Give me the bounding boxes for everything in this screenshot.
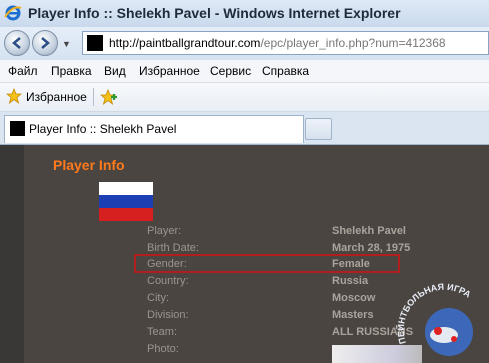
menu-file[interactable]: Файл — [8, 64, 38, 78]
back-button[interactable] — [4, 30, 30, 56]
page-content: Player Info Player: Shelekh Pavel Birth … — [0, 145, 489, 363]
paintball-logo-watermark: ПЕЙНТБОЛЬНАЯ ИГРА — [395, 282, 473, 356]
country-value: Russia — [332, 275, 369, 287]
favorites-bar: Избранное — [0, 83, 489, 112]
new-tab-button[interactable] — [305, 118, 332, 140]
url-text[interactable]: http://paintballgrandtour.com/epc/player… — [109, 36, 446, 50]
gender-label: Gender: — [147, 258, 187, 270]
page-title: Player Info — [53, 157, 125, 173]
menu-favorites[interactable]: Избранное — [139, 64, 200, 78]
division-label: Division: — [147, 309, 189, 321]
city-value: Moscow — [332, 292, 376, 304]
add-favorite-icon[interactable] — [100, 88, 118, 106]
menu-tools[interactable]: Сервис — [210, 64, 251, 78]
menu-edit[interactable]: Правка — [51, 64, 92, 78]
url-path: /epc/player_info.php?num=412368 — [260, 36, 446, 50]
tab-favicon — [10, 121, 25, 136]
city-label: City: — [147, 292, 169, 304]
history-dropdown-icon[interactable]: ▼ — [62, 39, 71, 49]
team-label: Team: — [147, 326, 177, 338]
birth-date-label: Birth Date: — [147, 242, 199, 254]
menu-view[interactable]: Вид — [104, 64, 126, 78]
favorites-button[interactable]: Избранное — [26, 90, 87, 104]
url-domain: http://paintballgrandtour.com — [109, 36, 261, 50]
star-icon[interactable] — [6, 88, 22, 104]
title-bar: Player Info :: Shelekh Pavel - Windows I… — [0, 0, 489, 28]
tab-strip: Player Info :: Shelekh Pavel — [0, 112, 489, 145]
ie-icon — [4, 5, 22, 21]
menu-help[interactable]: Справка — [262, 64, 309, 78]
player-value: Shelekh Pavel — [332, 225, 406, 237]
player-label: Player: — [147, 225, 182, 237]
photo-label: Photo: — [147, 343, 179, 355]
navigation-bar: ▼ http://paintballgrandtour.com/epc/play… — [0, 27, 489, 60]
division-value: Masters — [332, 309, 374, 321]
birth-date-value: March 28, 1975 — [332, 242, 411, 254]
toolbar-separator — [93, 88, 94, 106]
country-label: Country: — [147, 275, 189, 287]
address-bar[interactable]: http://paintballgrandtour.com/epc/player… — [82, 31, 489, 55]
menu-bar: Файл Правка Вид Избранное Сервис Справка — [0, 60, 489, 83]
russia-flag-icon — [99, 182, 153, 221]
tab-player-info[interactable]: Player Info :: Shelekh Pavel — [4, 115, 304, 143]
window-title: Player Info :: Shelekh Pavel - Windows I… — [28, 5, 401, 21]
back-arrow-icon — [12, 37, 21, 49]
forward-button[interactable] — [32, 30, 58, 56]
site-favicon — [87, 35, 103, 51]
forward-arrow-icon — [41, 37, 50, 49]
gender-value: Female — [332, 258, 370, 270]
tab-label: Player Info :: Shelekh Pavel — [29, 122, 177, 136]
